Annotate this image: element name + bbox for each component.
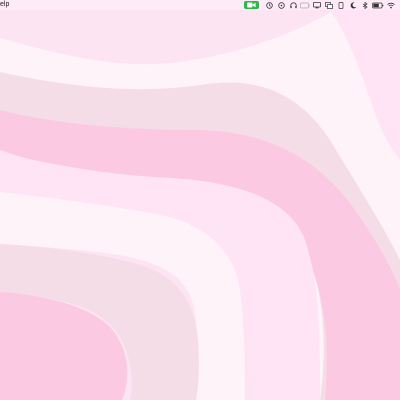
desktop-wallpaper (0, 0, 400, 400)
wifi-icon[interactable] (385, 0, 397, 10)
bluetooth-icon[interactable] (359, 0, 371, 10)
battery-case-icon[interactable] (299, 0, 311, 10)
menu-bar: elp (0, 0, 400, 10)
mobile-device-icon[interactable] (335, 0, 347, 10)
battery-icon[interactable] (371, 0, 385, 10)
headphones-icon[interactable] (287, 0, 299, 10)
night-moon-icon[interactable] (347, 0, 359, 10)
display-icon[interactable] (311, 0, 323, 10)
screen-mirror-icon[interactable] (323, 0, 335, 10)
screen-time-icon[interactable] (263, 0, 275, 10)
menu-bar-status-area (244, 0, 400, 10)
menu-item-help[interactable]: elp (0, 0, 12, 10)
facetime-video-icon[interactable] (244, 1, 259, 9)
menu-bar-left: elp (0, 0, 12, 10)
time-machine-icon[interactable] (275, 0, 287, 10)
